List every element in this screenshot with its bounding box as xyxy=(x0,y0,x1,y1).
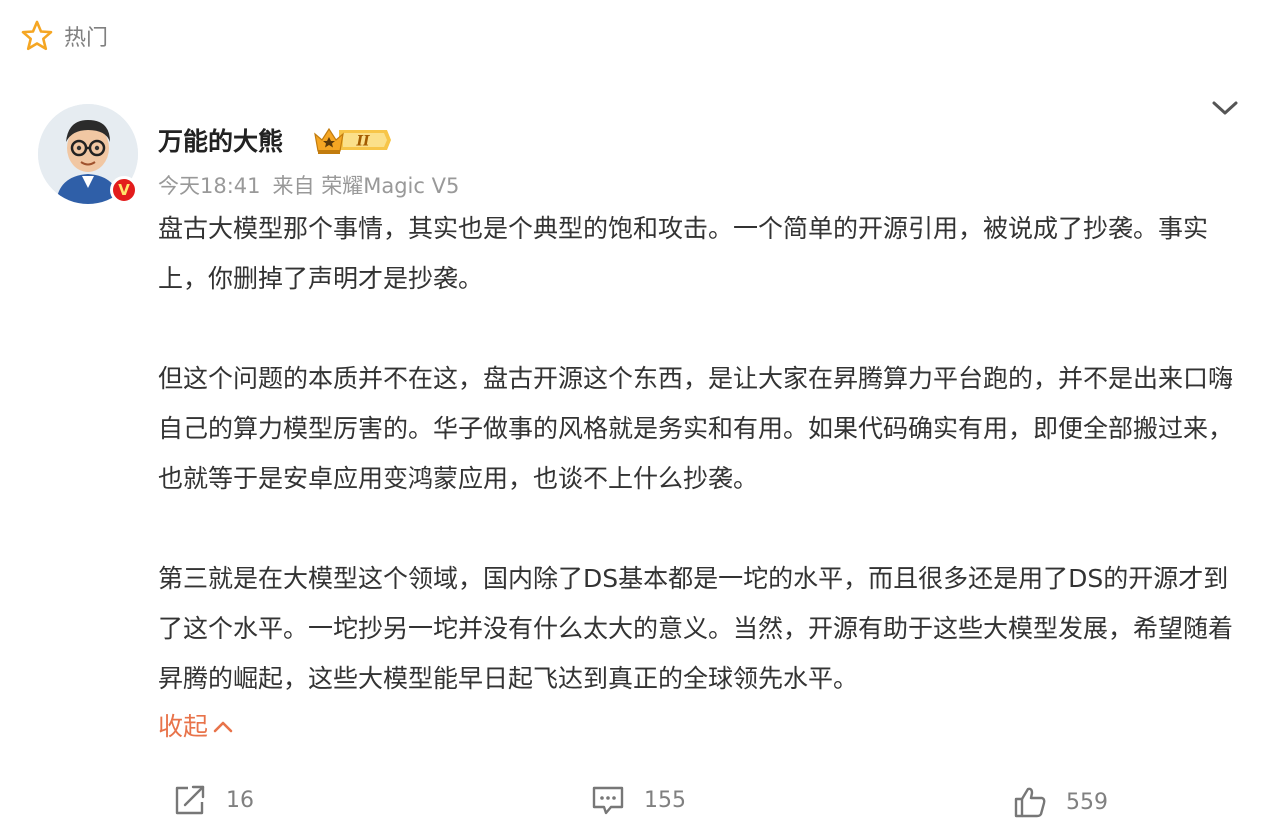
level-badge-text: II xyxy=(355,134,370,150)
post-source: 来自 荣耀Magic V5 xyxy=(272,174,460,198)
star-icon xyxy=(21,20,53,51)
chevron-down-icon[interactable] xyxy=(1210,96,1240,120)
share-icon xyxy=(175,785,205,815)
crown-level-badge-icon[interactable]: II xyxy=(313,124,391,156)
share-count: 16 xyxy=(226,787,254,813)
post-meta: 今天18:41 来自 荣耀Magic V5 xyxy=(158,170,459,200)
collapse-button[interactable]: 收起 xyxy=(158,702,234,752)
comment-count: 155 xyxy=(644,787,686,813)
post-paragraph: 第三就是在大模型这个领域，国内除了DS基本都是一坨的水平，而且很多还是用了DS的… xyxy=(158,564,1234,693)
author-name[interactable]: 万能的大熊 xyxy=(158,122,283,158)
like-button[interactable]: 559 xyxy=(1012,784,1108,820)
comment-icon xyxy=(592,786,624,815)
chevron-up-icon xyxy=(213,721,233,733)
verified-badge: V xyxy=(110,176,138,204)
collapse-label: 收起 xyxy=(158,712,209,741)
post-content: 盘古大模型那个事情，其实也是个典型的饱和攻击。一个简单的开源引用，被说成了抄袭。… xyxy=(158,204,1238,704)
post-paragraph: 但这个问题的本质并不在这，盘古开源这个东西，是让大家在昇腾算力平台跑的，并不是出… xyxy=(158,364,1234,493)
comment-button[interactable]: 155 xyxy=(590,782,686,818)
like-count: 559 xyxy=(1066,789,1108,815)
hot-label: 热门 xyxy=(64,26,109,51)
post-paragraph: 盘古大模型那个事情，其实也是个典型的饱和攻击。一个简单的开源引用，被说成了抄袭。… xyxy=(158,214,1209,293)
thumbs-up-icon xyxy=(1014,787,1046,818)
share-button[interactable]: 16 xyxy=(172,782,254,818)
post-time[interactable]: 今天18:41 xyxy=(158,170,261,200)
hot-section-header: 热门 xyxy=(20,16,108,56)
